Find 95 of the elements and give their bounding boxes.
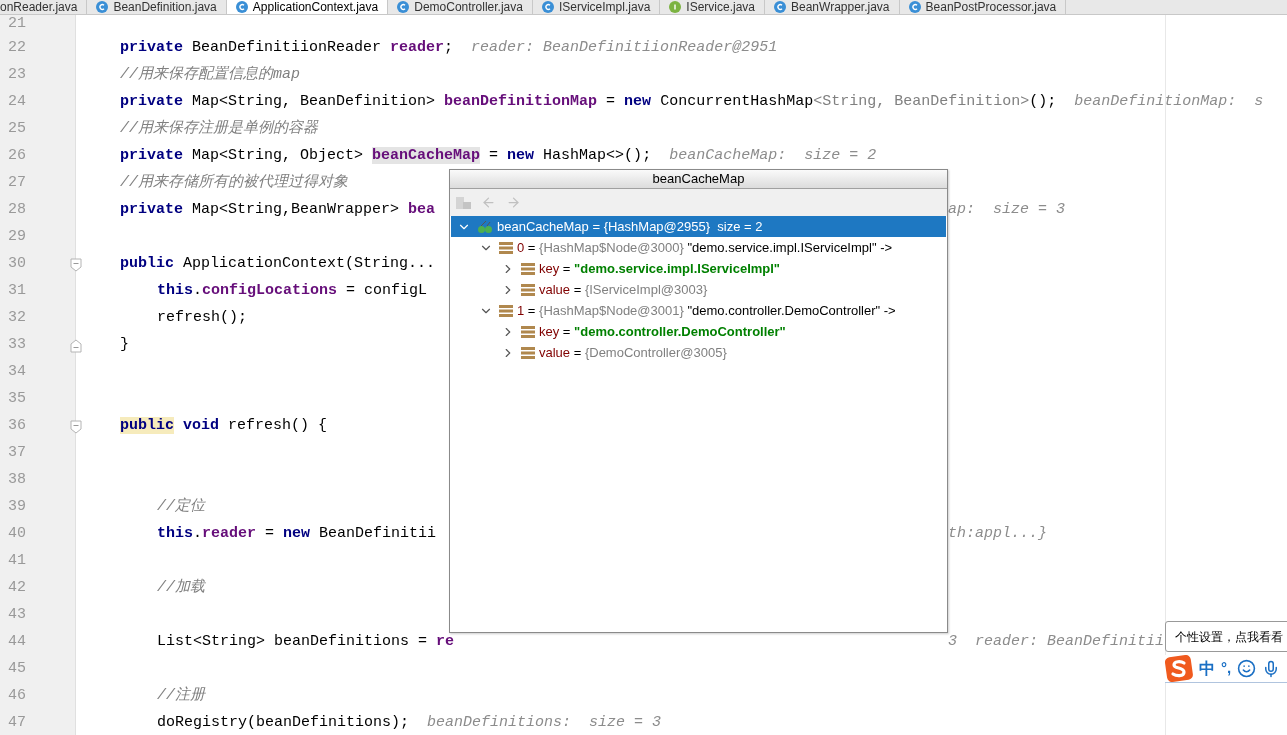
- tree-row[interactable]: 1 = {HashMap$Node@3001} "demo.controller.DemoController" ->: [451, 300, 946, 321]
- line-number: 29: [8, 227, 26, 248]
- line-number: 32: [8, 308, 26, 329]
- code-text: doRegistry(beanDefinitions); beanDefinitions: size = 3: [157, 714, 662, 732]
- line-number: 41: [8, 551, 26, 572]
- popup-title: beanCacheMap: [450, 170, 947, 189]
- inline-debug-hint: 3 reader: BeanDefinitii: [948, 633, 1165, 651]
- code-text: this.configLocations = configL: [157, 282, 428, 300]
- line-number: 38: [8, 470, 26, 491]
- line-number: 37: [8, 443, 26, 464]
- tree-row-label: value = {IServiceImpl@3003}: [539, 280, 708, 299]
- line-number: 40: [8, 524, 26, 545]
- tab-label: IService.java: [686, 0, 755, 13]
- field-icon: [521, 346, 535, 359]
- line-number: 45: [8, 659, 26, 680]
- tab-label: ApplicationContext.java: [252, 0, 379, 13]
- line-number: 34: [8, 362, 26, 383]
- fold-marker-icon[interactable]: [70, 257, 82, 272]
- tree-row[interactable]: value = {DemoController@3005}: [451, 342, 946, 363]
- class-icon: [908, 0, 921, 13]
- punctuation-toggle[interactable]: °,: [1221, 657, 1232, 680]
- fold-marker-icon[interactable]: [70, 419, 82, 434]
- tree-row-label: 1 = {HashMap$Node@3001} "demo.controller.DemoController" ->: [517, 301, 896, 320]
- code-text: private Map<String, Object> beanCacheMap = new HashMap<>(); beanCacheMap: size = 2: [120, 147, 877, 165]
- line-number: 22: [8, 38, 26, 59]
- line-number: 25: [8, 119, 26, 140]
- line-number: 30: [8, 254, 26, 275]
- field-icon: [521, 262, 535, 275]
- line-number: 42: [8, 578, 26, 599]
- ime-logo-icon[interactable]: [1165, 655, 1193, 682]
- code-text: private BeanDefinitiionReader reader; reader: BeanDefinitiionReader@2951: [120, 39, 778, 57]
- tree-row[interactable]: value = {IServiceImpl@3003}: [451, 279, 946, 300]
- code-text: refresh();: [157, 309, 247, 327]
- tree-row-label: key = "demo.service.impl.IServiceImpl": [539, 259, 781, 278]
- class-icon: [774, 0, 786, 13]
- line-number: 39: [8, 497, 26, 518]
- input-mode-toggle[interactable]: 中: [1199, 656, 1215, 681]
- file-tab[interactable]: ApplicationContext.java: [226, 0, 389, 14]
- tree-row-label: value = {DemoController@3005}: [539, 343, 727, 362]
- tab-label: onReader.java: [0, 0, 78, 13]
- line-number: 43: [8, 605, 26, 626]
- tree-row-label: beanCacheMap = {HashMap@2955} size = 2: [497, 217, 763, 236]
- code-text: //用来保存配置信息的map: [120, 66, 300, 84]
- line-number: 24: [8, 92, 26, 113]
- emoji-icon[interactable]: [1237, 659, 1257, 678]
- code-text: public ApplicationContext(String...: [120, 255, 436, 273]
- tree-row[interactable]: beanCacheMap = {HashMap@2955} size = 2: [451, 216, 946, 237]
- tree-row[interactable]: key = "demo.controller.DemoController": [451, 321, 946, 342]
- code-text: //定位: [157, 498, 205, 516]
- code-text: public void refresh() {: [120, 417, 328, 435]
- tree-row[interactable]: key = "demo.service.impl.IServiceImpl": [451, 258, 946, 279]
- field-icon: [521, 325, 535, 338]
- line-number: 36: [8, 416, 26, 437]
- line-number: 46: [8, 686, 26, 707]
- watch-icon: [477, 219, 493, 234]
- line-number: 33: [8, 335, 26, 356]
- line-number: 27: [8, 173, 26, 194]
- code-text: private Map<String, BeanDefinition> beanDefinitionMap = new ConcurrentHashMap<String, BeanDefinition>(); beanDefinitionMap: s: [120, 93, 1264, 111]
- ime-tooltip: 个性设置，点我看看: [1165, 621, 1287, 652]
- code-text: //用来存储所有的被代理过得对象: [120, 174, 348, 192]
- code-text: this.reader = new BeanDefinitii: [157, 525, 437, 543]
- code-text: //加载: [157, 579, 205, 597]
- class-icon: [235, 0, 248, 13]
- class-icon: [397, 0, 410, 13]
- code-text: List<String> beanDefinitions = re: [157, 633, 455, 651]
- tree-row[interactable]: 0 = {HashMap$Node@3000} "demo.service.impl.IServiceImpl" ->: [451, 237, 946, 258]
- class-icon: [541, 0, 554, 13]
- tab-label: BeanPostProcessor.java: [925, 0, 1057, 13]
- line-number: 21: [8, 14, 26, 34]
- code-text: private Map<String,BeanWrapper> bea: [120, 201, 436, 219]
- tab-label: BeanWrapper.java: [791, 0, 890, 13]
- tree-row-label: key = "demo.controller.DemoController": [539, 322, 786, 341]
- field-icon: [499, 304, 513, 317]
- field-icon: [521, 283, 535, 296]
- tab-label: DemoController.java: [414, 0, 523, 13]
- line-number: 23: [8, 65, 26, 86]
- tab-label: IServiceImpl.java: [558, 0, 651, 13]
- inline-debug-hint: th:appl...}: [948, 525, 1048, 543]
- line-number: 26: [8, 146, 26, 167]
- code-text: //用来保存注册是单例的容器: [120, 120, 318, 138]
- line-number: 31: [8, 281, 26, 302]
- fold-marker-icon[interactable]: [70, 338, 82, 353]
- line-number: 35: [8, 389, 26, 410]
- inline-debug-hint: ap: size = 3: [948, 201, 1066, 219]
- line-number: 44: [8, 632, 26, 653]
- class-icon: [96, 0, 109, 13]
- code-text: }: [120, 336, 129, 354]
- file-tab[interactable]: onReader.java: [0, 0, 88, 14]
- line-number: 47: [8, 713, 26, 734]
- tree-row-label: 0 = {HashMap$Node@3000} "demo.service.impl.IServiceImpl" ->: [517, 238, 893, 257]
- line-number: 28: [8, 200, 26, 221]
- code-text: //注册: [157, 687, 205, 705]
- interface-icon: [669, 0, 682, 13]
- tab-label: BeanDefinition.java: [113, 0, 217, 13]
- field-icon: [499, 241, 513, 254]
